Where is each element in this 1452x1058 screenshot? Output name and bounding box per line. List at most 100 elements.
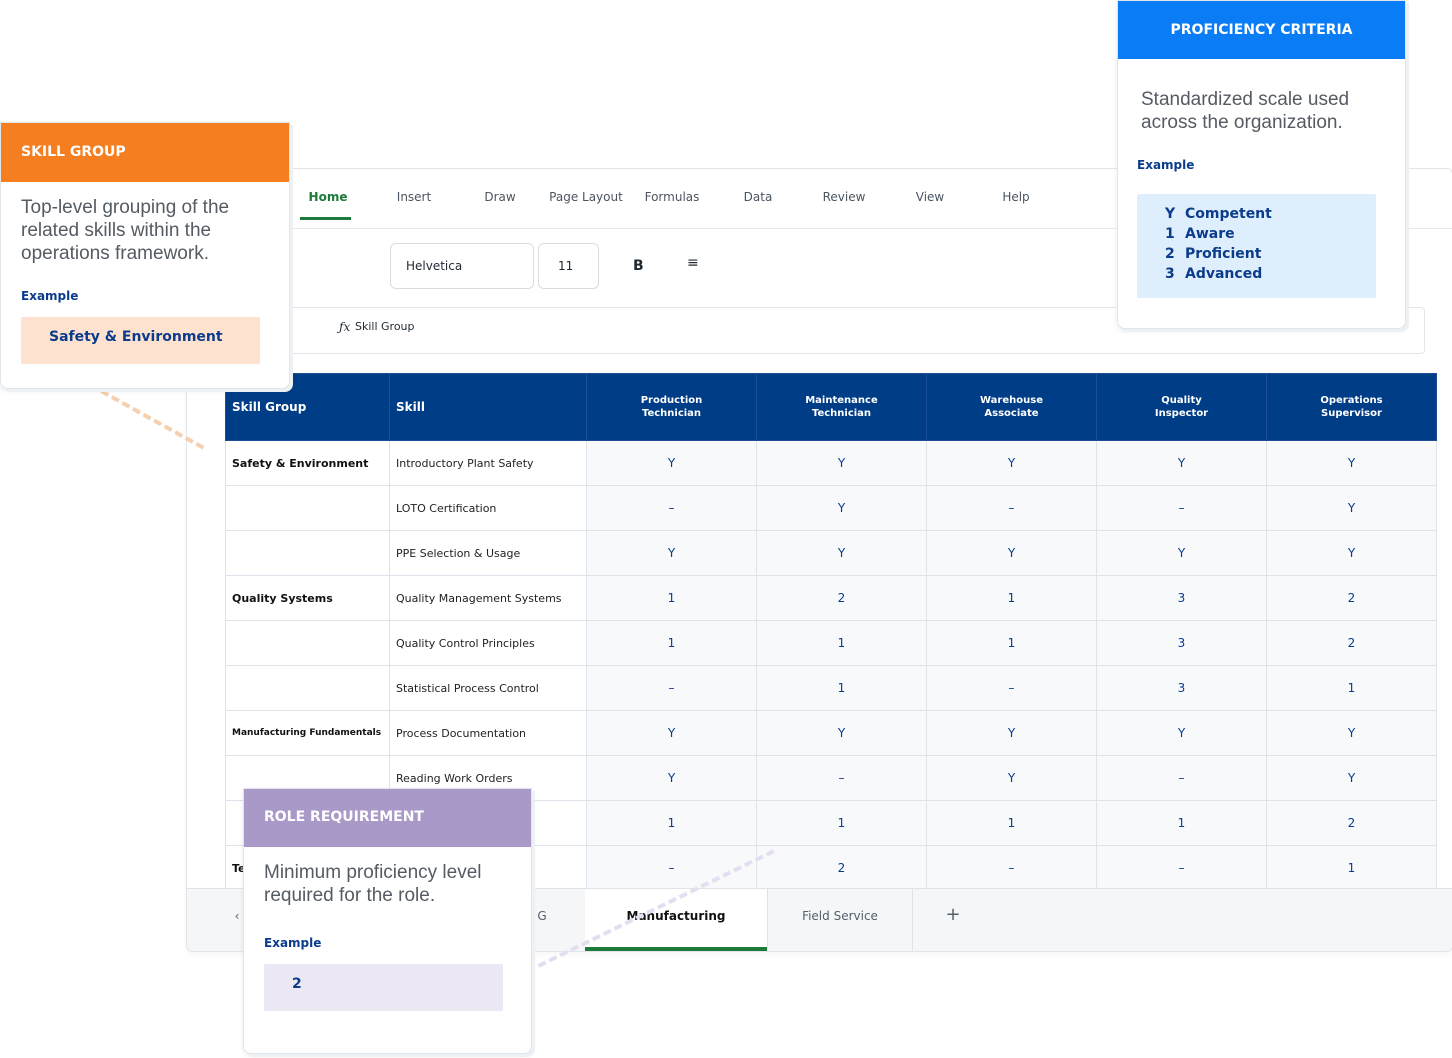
proficiency-cell[interactable]: Y: [756, 440, 927, 486]
proficiency-cell[interactable]: –: [1096, 755, 1267, 801]
proficiency-cell[interactable]: –: [586, 665, 757, 711]
proficiency-cell[interactable]: Y: [926, 710, 1097, 756]
font-size-select[interactable]: 11: [538, 243, 599, 289]
proficiency-cell[interactable]: Y: [1266, 440, 1437, 486]
proficiency-cell[interactable]: Y: [756, 530, 927, 576]
proficiency-cell[interactable]: –: [1096, 845, 1267, 891]
skill-group-cell[interactable]: [225, 530, 390, 576]
header-operations-supervisor[interactable]: Operations Supervisor: [1266, 373, 1437, 441]
proficiency-cell[interactable]: 3: [1096, 665, 1267, 711]
scale-code: Y: [1165, 206, 1176, 222]
proficiency-cell[interactable]: Y: [586, 440, 757, 486]
proficiency-cell[interactable]: –: [926, 665, 1097, 711]
skill-group-cell[interactable]: Manufacturing Fundamentals: [225, 710, 390, 756]
skill-group-cell[interactable]: [225, 485, 390, 531]
add-sheet-button[interactable]: +: [933, 889, 973, 951]
proficiency-cell[interactable]: 3: [1096, 575, 1267, 621]
proficiency-cell[interactable]: 1: [926, 575, 1097, 621]
ribbon-tab-data[interactable]: Data: [715, 190, 801, 204]
header-skill[interactable]: Skill: [389, 373, 587, 441]
skill-cell[interactable]: Statistical Process Control: [389, 665, 587, 711]
proficiency-cell[interactable]: Y: [926, 440, 1097, 486]
skill-group-cell[interactable]: Quality Systems: [225, 575, 390, 621]
proficiency-cell[interactable]: 1: [586, 800, 757, 846]
skill-cell[interactable]: Process Documentation: [389, 710, 587, 756]
proficiency-cell[interactable]: 2: [1266, 620, 1437, 666]
proficiency-cell[interactable]: 1: [586, 575, 757, 621]
proficiency-cell[interactable]: Y: [1096, 530, 1267, 576]
skill-group-cell[interactable]: [225, 665, 390, 711]
proficiency-cell[interactable]: Y: [586, 755, 757, 801]
ribbon-tab-view[interactable]: View: [887, 190, 973, 204]
table-row: Manufacturing Fundamentals Process Docume…: [225, 710, 1437, 756]
sheet-tab-field-service[interactable]: Field Service: [768, 889, 912, 951]
ribbon-tab-home[interactable]: Home: [285, 190, 371, 204]
ribbon-tab-insert[interactable]: Insert: [371, 190, 457, 204]
ribbon-tab-page-layout[interactable]: Page Layout: [543, 190, 629, 204]
proficiency-cell[interactable]: Y: [756, 710, 927, 756]
header-production-technician[interactable]: Production Technician: [586, 373, 757, 441]
align-button[interactable]: ≡: [687, 255, 699, 271]
header-warehouse-associate[interactable]: Warehouse Associate: [926, 373, 1097, 441]
role-requirement-example-label: Example: [264, 936, 322, 950]
table-row: PPE Selection & Usage Y Y Y Y Y: [225, 530, 1437, 576]
proficiency-cell[interactable]: 2: [1266, 575, 1437, 621]
skill-cell[interactable]: Introductory Plant Safety: [389, 440, 587, 486]
header-quality-inspector[interactable]: Quality Inspector: [1096, 373, 1267, 441]
proficiency-cell[interactable]: 1: [756, 800, 927, 846]
proficiency-cell[interactable]: 2: [1266, 800, 1437, 846]
proficiency-cell[interactable]: 1: [1266, 665, 1437, 711]
proficiency-cell[interactable]: –: [586, 485, 757, 531]
skill-cell[interactable]: LOTO Certification: [389, 485, 587, 531]
ribbon-tab-formulas[interactable]: Formulas: [629, 190, 715, 204]
proficiency-cell[interactable]: Y: [1096, 710, 1267, 756]
proficiency-cell[interactable]: Y: [926, 530, 1097, 576]
role-requirement-example-box: 2: [264, 964, 503, 1011]
skill-group-cell[interactable]: [225, 620, 390, 666]
proficiency-cell[interactable]: Y: [586, 530, 757, 576]
proficiency-cell[interactable]: 1: [586, 620, 757, 666]
proficiency-callout-title: PROFICIENCY CRITERIA: [1118, 1, 1405, 59]
proficiency-cell[interactable]: 1: [926, 620, 1097, 666]
ribbon-tab-draw[interactable]: Draw: [457, 190, 543, 204]
scale-item: 1 Aware: [1165, 226, 1272, 246]
proficiency-cell[interactable]: 1: [926, 800, 1097, 846]
scale-code: 2: [1165, 246, 1175, 262]
proficiency-cell[interactable]: Y: [1266, 485, 1437, 531]
proficiency-cell[interactable]: –: [926, 845, 1097, 891]
proficiency-example-label: Example: [1137, 158, 1195, 172]
role-requirement-callout: ROLE REQUIREMENT Minimum proficiency lev…: [243, 788, 532, 1054]
ribbon-tab-help[interactable]: Help: [973, 190, 1059, 204]
scale-code: 3: [1165, 266, 1175, 282]
proficiency-cell[interactable]: –: [756, 755, 927, 801]
ribbon-tab-review[interactable]: Review: [801, 190, 887, 204]
proficiency-cell[interactable]: 2: [756, 575, 927, 621]
header-maintenance-technician[interactable]: Maintenance Technician: [756, 373, 927, 441]
proficiency-cell[interactable]: 1: [1096, 800, 1267, 846]
table-row: Safety & Environment Introductory Plant S…: [225, 440, 1437, 486]
proficiency-cell[interactable]: 3: [1096, 620, 1267, 666]
proficiency-cell[interactable]: –: [1096, 485, 1267, 531]
proficiency-cell[interactable]: Y: [1266, 755, 1437, 801]
proficiency-cell[interactable]: 1: [756, 620, 927, 666]
proficiency-cell[interactable]: 1: [1266, 845, 1437, 891]
proficiency-cell[interactable]: 2: [756, 845, 927, 891]
proficiency-cell[interactable]: Y: [586, 710, 757, 756]
proficiency-cell[interactable]: –: [926, 485, 1097, 531]
proficiency-scale-list: Y Competent 1 Aware 2 Proficient 3 Advanced: [1165, 206, 1272, 286]
formula-content[interactable]: Skill Group: [355, 320, 415, 333]
proficiency-cell[interactable]: Y: [1096, 440, 1267, 486]
font-family-select[interactable]: Helvetica: [390, 243, 534, 289]
bold-button[interactable]: B: [633, 258, 644, 274]
proficiency-cell[interactable]: Y: [926, 755, 1097, 801]
proficiency-cell[interactable]: 1: [756, 665, 927, 711]
proficiency-cell[interactable]: Y: [756, 485, 927, 531]
skill-cell[interactable]: Quality Control Principles: [389, 620, 587, 666]
proficiency-cell[interactable]: Y: [1266, 530, 1437, 576]
skill-cell[interactable]: Quality Management Systems: [389, 575, 587, 621]
proficiency-cell[interactable]: –: [586, 845, 757, 891]
skill-cell[interactable]: PPE Selection & Usage: [389, 530, 587, 576]
proficiency-cell[interactable]: Y: [1266, 710, 1437, 756]
skill-group-cell[interactable]: Safety & Environment: [225, 440, 390, 486]
table-row: LOTO Certification – Y – – Y: [225, 485, 1437, 531]
